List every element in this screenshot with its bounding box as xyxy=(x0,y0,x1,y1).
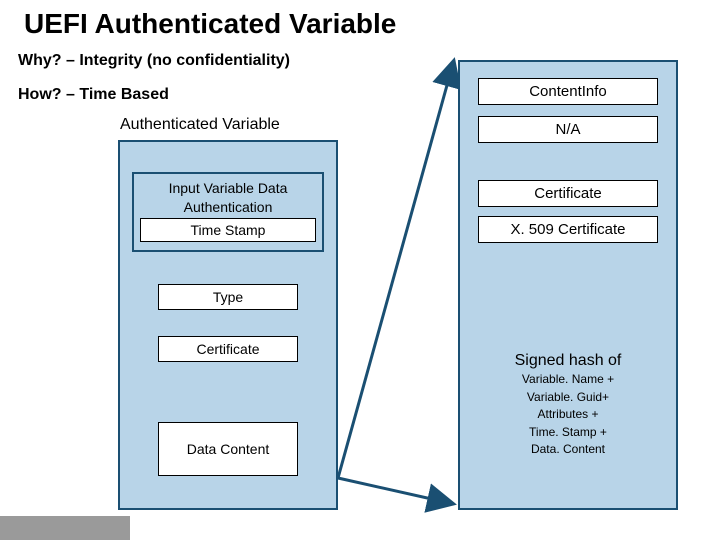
left-column-label: Authenticated Variable xyxy=(120,116,280,134)
subtitle-why: Why? – Integrity (no confidentiality) xyxy=(18,52,290,70)
signed-hash-header: Signed hash of xyxy=(470,352,666,370)
auth-group-line2: Authentication xyxy=(140,199,316,216)
na-box: N/A xyxy=(478,116,658,143)
signed-hash-line-3: Time. Stamp + xyxy=(470,425,666,441)
certificate-box-right: Certificate xyxy=(478,180,658,207)
contentinfo-box: ContentInfo xyxy=(478,78,658,105)
signed-hash-line-4: Data. Content xyxy=(470,442,666,458)
auth-group-line1: Input Variable Data xyxy=(140,180,316,197)
x509-box: X. 509 Certificate xyxy=(478,216,658,243)
data-content-box: Data Content xyxy=(158,422,298,476)
signed-hash-line-0: Variable. Name + xyxy=(470,372,666,388)
signed-hash-line-1: Variable. Guid+ xyxy=(470,390,666,406)
signed-hash-line-2: Attributes + xyxy=(470,407,666,423)
page-title: UEFI Authenticated Variable xyxy=(0,0,720,40)
subtitle-how: How? – Time Based xyxy=(18,86,169,104)
timestamp-box: Time Stamp xyxy=(140,218,316,242)
type-box: Type xyxy=(158,284,298,310)
signed-hash-block: Signed hash of Variable. Name + Variable… xyxy=(470,352,666,458)
certificate-box-left: Certificate xyxy=(158,336,298,362)
footer-bar xyxy=(0,516,130,540)
auth-group: Input Variable Data Authentication Time … xyxy=(132,172,324,252)
